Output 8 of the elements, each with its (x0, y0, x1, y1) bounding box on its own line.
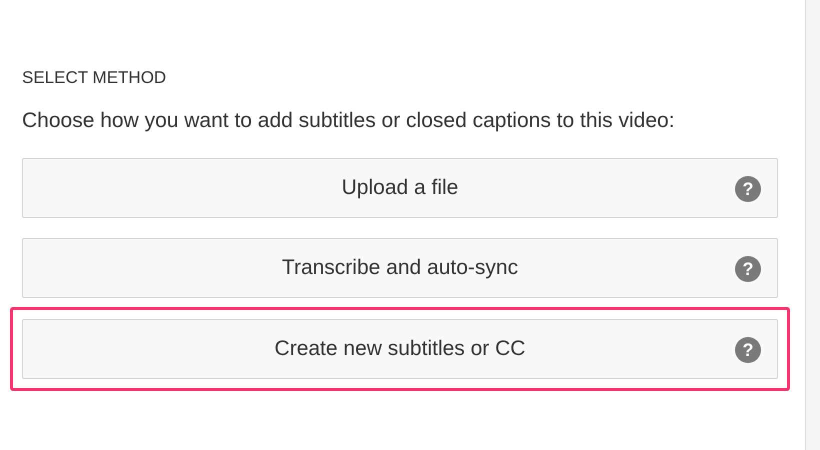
help-icon[interactable]: ? (735, 176, 761, 202)
method-button[interactable]: Transcribe and auto-sync ? (22, 238, 778, 298)
help-icon[interactable]: ? (735, 256, 761, 282)
method-button[interactable]: Create new subtitles or CC ? (22, 319, 778, 379)
section-heading: SELECT METHOD (22, 67, 168, 89)
method-button[interactable]: Upload a file ? (22, 158, 778, 218)
help-icon[interactable]: ? (735, 337, 761, 363)
description-text: Choose how you want to add subtitles or closed captions to this video: (22, 108, 676, 134)
